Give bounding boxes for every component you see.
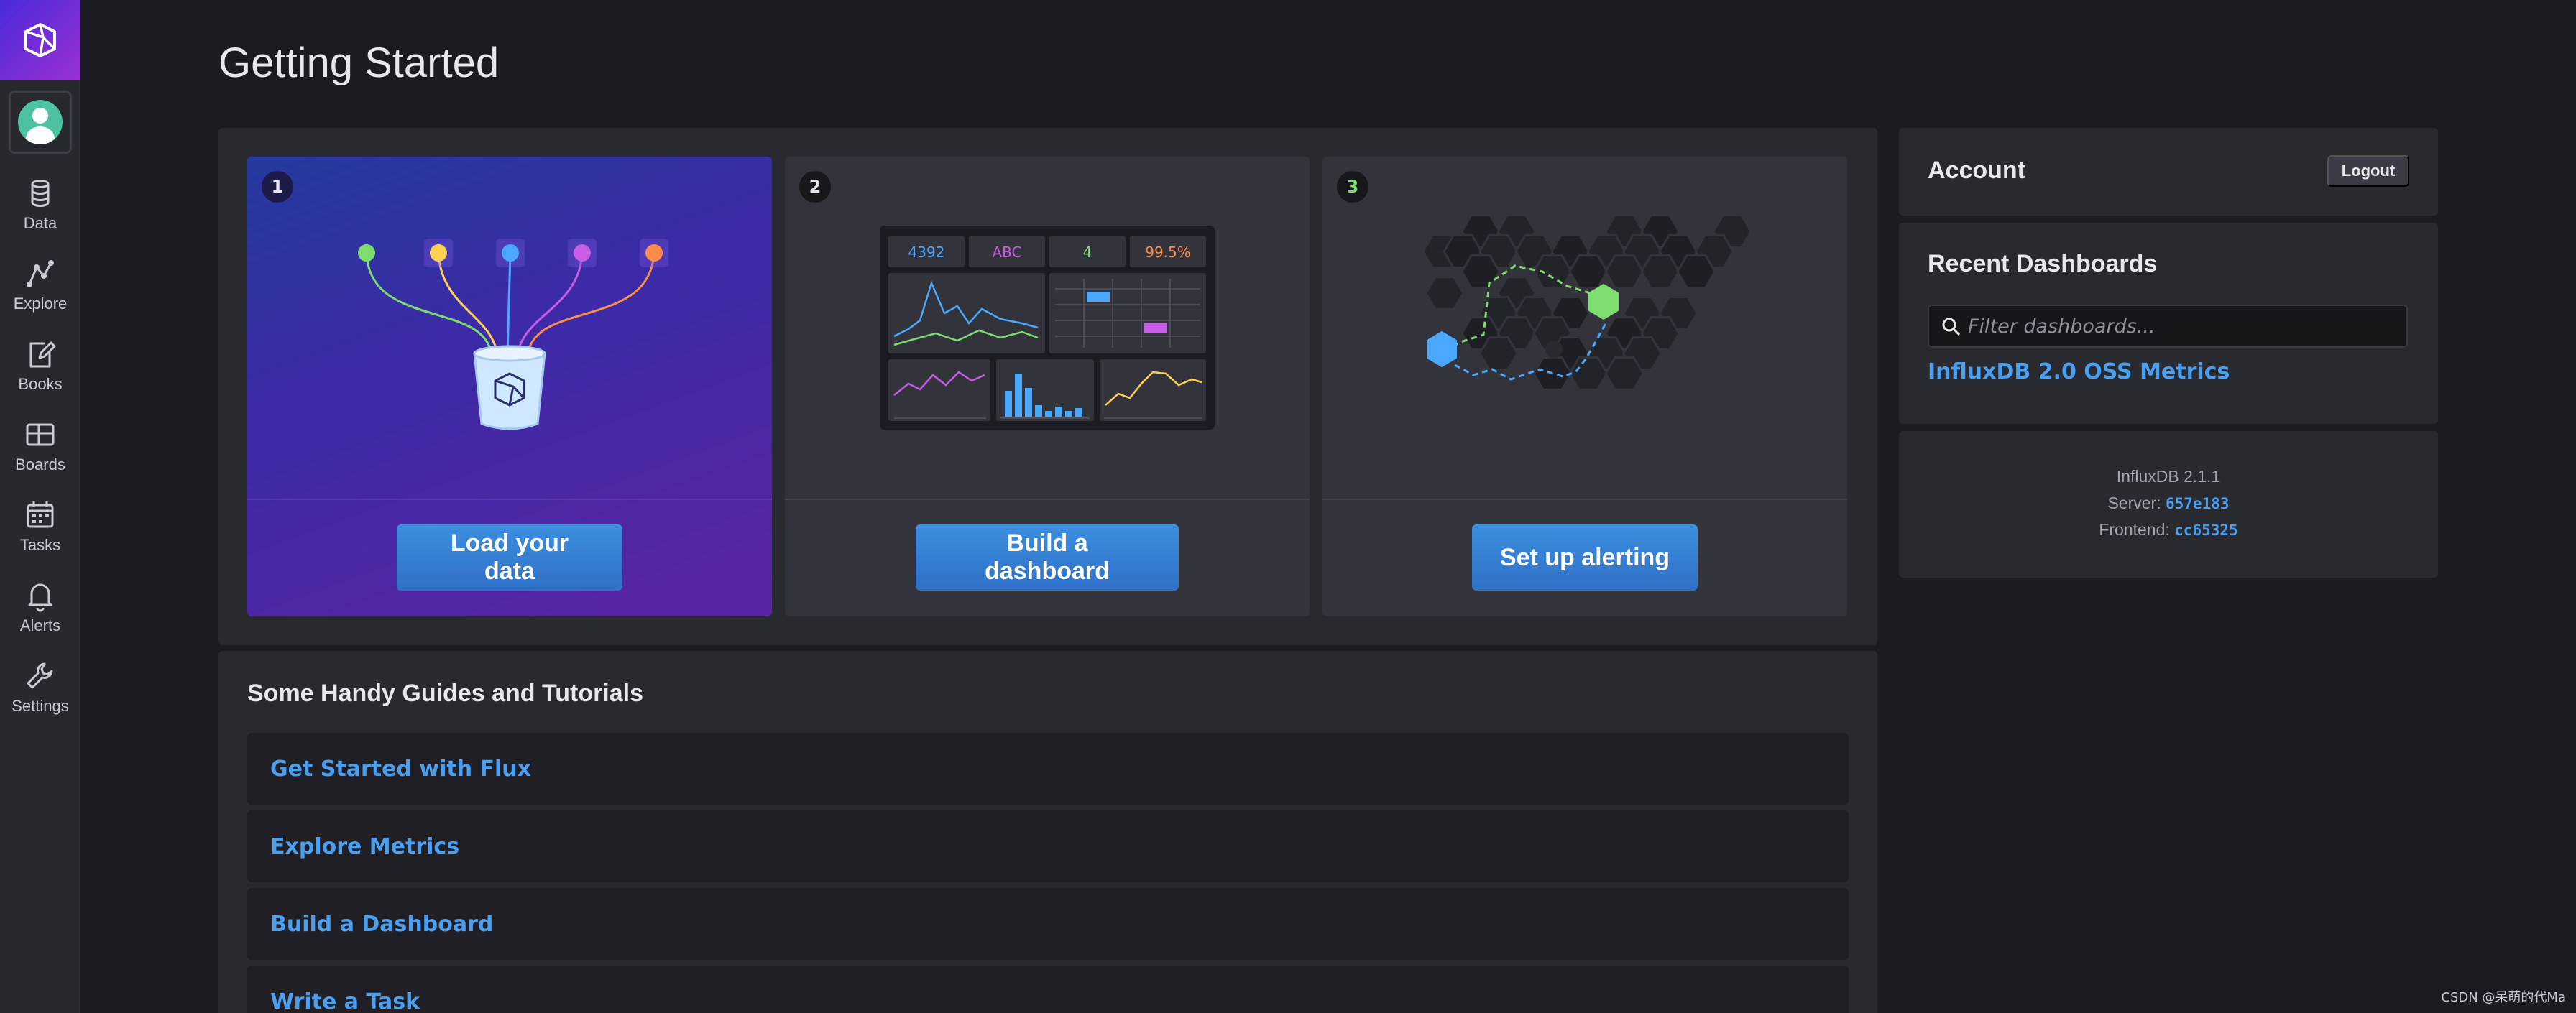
server-version: Server: 657e183 xyxy=(1899,494,2438,513)
influx-cube-icon xyxy=(24,23,56,57)
hex-tile xyxy=(1604,254,1644,289)
nav-label: Tasks xyxy=(19,536,61,554)
product-version: InfluxDB 2.1.1 xyxy=(2116,467,2221,486)
logout-button[interactable]: Logout xyxy=(2327,155,2409,187)
nav-explore[interactable]: Explore xyxy=(0,253,80,325)
set-up-alerting-button[interactable]: Set up alerting xyxy=(1472,524,1698,591)
watermark: CSDN @呆萌的代Ma xyxy=(2441,990,2566,1005)
build-dashboard-button[interactable]: Build a dashboard xyxy=(916,524,1179,591)
nav-boards[interactable]: Boards xyxy=(0,414,80,486)
page-title: Getting Started xyxy=(218,40,500,86)
guide-link-explore-metrics[interactable]: Explore Metrics xyxy=(270,834,459,859)
recent-dashboards-title: Recent Dashboards xyxy=(1928,250,2158,277)
hex-tile xyxy=(1640,254,1680,289)
sidebar: Data Explore Books Boards Tasks Alerts S… xyxy=(0,0,80,1013)
stat-value: 99.5% xyxy=(1145,244,1191,261)
nav-label: Explore xyxy=(13,295,68,313)
search-icon xyxy=(1942,318,1961,336)
stat-value: 4 xyxy=(1083,244,1092,261)
account-title: Account xyxy=(1928,157,2025,184)
notebook-icon xyxy=(29,341,56,368)
hex-tile xyxy=(1568,356,1609,391)
bell-icon xyxy=(28,583,52,612)
frontend-hash: cc65325 xyxy=(2174,522,2238,539)
dashboard-icon xyxy=(26,423,55,446)
frontend-label: Frontend: xyxy=(2099,520,2170,539)
hex-tile xyxy=(1676,254,1716,289)
guide-link-build-dashboard[interactable]: Build a Dashboard xyxy=(270,912,493,937)
step-card-load-data: 1 Load your data xyxy=(247,157,772,616)
calendar-icon xyxy=(27,501,54,528)
hex-tile xyxy=(1425,276,1465,310)
stat-value: ABC xyxy=(992,244,1021,261)
hex-tile xyxy=(1478,336,1519,371)
nav-data[interactable]: Data xyxy=(0,172,80,244)
load-data-illustration xyxy=(358,239,668,430)
load-data-button[interactable]: Load your data xyxy=(397,524,622,591)
hex-tile xyxy=(1604,356,1644,391)
nav-label: Books xyxy=(18,375,63,393)
frontend-version: Frontend: cc65325 xyxy=(1899,520,2438,540)
server-label: Server: xyxy=(2107,494,2161,512)
guide-item[interactable]: Build a Dashboard xyxy=(247,888,1849,960)
dashboard-link[interactable]: InfluxDB 2.0 OSS Metrics xyxy=(1928,359,2230,384)
recent-dashboards-panel: Recent Dashboards InfluxDB 2.0 OSS Metri… xyxy=(1899,223,2438,424)
avatar xyxy=(18,100,63,144)
version-panel: InfluxDB 2.1.1 Server: 657e183 Frontend:… xyxy=(1899,431,2438,578)
server-hash: 657e183 xyxy=(2166,495,2230,512)
hex-tile xyxy=(1568,254,1609,289)
nav-label: Alerts xyxy=(19,616,61,634)
getting-started-steps: 1 Load your data 4392 ABC 4 99.5% 2 Buil… xyxy=(218,128,1877,645)
filter-dashboards-field[interactable] xyxy=(1928,305,2408,348)
nav-tasks[interactable]: Tasks xyxy=(0,494,80,566)
guides-panel: Some Handy Guides and Tutorials Get Star… xyxy=(218,651,1877,1013)
hex-tile xyxy=(1460,254,1501,289)
nav-label: Boards xyxy=(15,455,65,473)
dashboard-illustration: 4392 ABC 4 99.5% xyxy=(880,226,1215,430)
nav-settings[interactable]: Settings xyxy=(0,655,80,727)
user-avatar-button[interactable] xyxy=(9,91,72,154)
influxdb-logo[interactable] xyxy=(0,0,80,80)
guide-item[interactable]: Explore Metrics xyxy=(247,810,1849,882)
nav-books[interactable]: Books xyxy=(0,333,80,405)
account-panel: Account Logout xyxy=(1899,128,2438,216)
alerting-illustration xyxy=(1422,214,1752,391)
stat-value: 4392 xyxy=(908,244,945,261)
wrench-icon xyxy=(27,662,53,689)
nav-alerts[interactable]: Alerts xyxy=(0,575,80,647)
database-icon xyxy=(31,180,50,208)
filter-dashboards-input[interactable] xyxy=(1968,315,2399,338)
guide-link-write-task[interactable]: Write a Task xyxy=(270,989,420,1013)
graph-icon xyxy=(27,260,54,287)
nav-label: Settings xyxy=(12,697,69,715)
guides-title: Some Handy Guides and Tutorials xyxy=(247,680,644,707)
guide-link-flux[interactable]: Get Started with Flux xyxy=(270,757,531,782)
step-number: 3 xyxy=(1337,171,1368,203)
step-card-set-up-alerting: 3 Set up alerting xyxy=(1322,157,1847,616)
step-number: 2 xyxy=(799,171,831,203)
nav-label: Data xyxy=(23,214,58,232)
step-card-build-dashboard: 4392 ABC 4 99.5% 2 Build a dashboard xyxy=(785,157,1310,616)
guide-item[interactable]: Write a Task xyxy=(247,966,1849,1013)
step-number: 1 xyxy=(262,171,293,203)
guide-item[interactable]: Get Started with Flux xyxy=(247,733,1849,805)
